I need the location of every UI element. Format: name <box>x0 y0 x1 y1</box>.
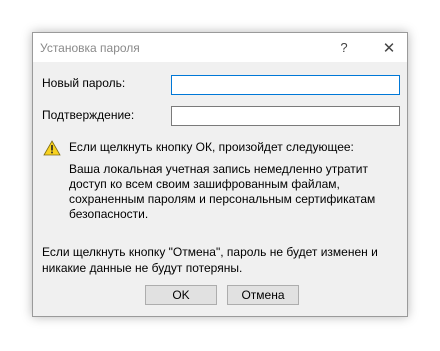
title-bar[interactable]: Установка пароля ? ✕ <box>33 33 407 62</box>
close-button[interactable]: ✕ <box>372 33 406 62</box>
dialog-title: Установка пароля <box>40 41 140 55</box>
help-button[interactable]: ? <box>327 33 361 62</box>
new-password-field[interactable] <box>171 75 400 95</box>
warning-triangle-icon <box>43 140 61 156</box>
set-password-dialog: Установка пароля ? ✕ Новый пароль: Подтв… <box>32 32 408 317</box>
new-password-label: Новый пароль: <box>42 76 126 90</box>
confirm-password-field[interactable] <box>171 106 400 126</box>
close-icon: ✕ <box>382 39 396 57</box>
cancel-note: Если щелкнуть кнопку "Отмена", пароль не… <box>42 245 378 275</box>
warning-heading: Если щелкнуть кнопку ОК, произойдет след… <box>69 140 354 154</box>
confirm-password-label: Подтверждение: <box>42 108 135 122</box>
warning-body: Ваша локальная учетная запись немедленно… <box>69 162 376 221</box>
help-icon: ? <box>340 40 348 55</box>
ok-button[interactable]: OK <box>145 285 217 305</box>
cancel-button[interactable]: Отмена <box>227 285 299 305</box>
